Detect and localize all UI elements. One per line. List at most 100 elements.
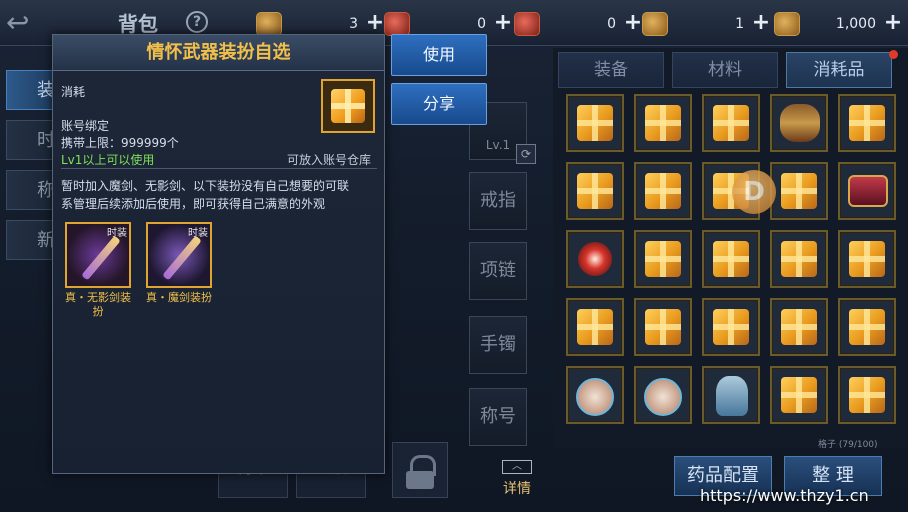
barrel-icon bbox=[780, 104, 820, 142]
inventory-slot[interactable] bbox=[634, 230, 692, 288]
necklace-slot[interactable]: 项链 bbox=[469, 242, 527, 300]
description-line-1: 暂时加入魔剑、无影剑、以下装扮没有自己想要的可联 bbox=[61, 179, 350, 193]
item-carry-limit: 携带上限：999999个 bbox=[61, 136, 179, 150]
detail-button[interactable]: ︿ 详情 bbox=[500, 460, 534, 498]
add-currency-button[interactable]: + bbox=[492, 12, 514, 35]
inventory-slot[interactable] bbox=[838, 94, 896, 152]
tab-materials[interactable]: 材料 bbox=[672, 52, 778, 88]
popup-title: 情怀武器装扮自选 bbox=[146, 42, 291, 63]
red-orb-icon bbox=[578, 242, 612, 276]
inventory-slot[interactable] bbox=[634, 162, 692, 220]
inventory-slot[interactable] bbox=[566, 298, 624, 356]
notification-dot bbox=[889, 50, 898, 59]
inventory-slot[interactable] bbox=[702, 298, 760, 356]
inventory-slot[interactable] bbox=[770, 298, 828, 356]
lock-icon[interactable] bbox=[392, 442, 448, 498]
cloak-icon bbox=[716, 376, 748, 416]
sword-icon bbox=[81, 235, 121, 281]
floating-d-icon[interactable]: D bbox=[732, 170, 776, 214]
use-button[interactable]: 使用 bbox=[391, 34, 487, 76]
help-icon[interactable]: ? bbox=[186, 11, 208, 33]
gift-box-icon bbox=[577, 105, 613, 141]
gift-box-icon bbox=[645, 173, 681, 209]
tab-consumables[interactable]: 消耗品 bbox=[786, 52, 892, 88]
present-icon bbox=[576, 378, 614, 416]
gold-coin-icon bbox=[642, 12, 668, 36]
detail-label: 详情 bbox=[503, 481, 531, 497]
share-button[interactable]: 分享 bbox=[391, 83, 487, 125]
item-category: 消耗 bbox=[61, 85, 86, 99]
page-title: 背包 bbox=[118, 12, 158, 36]
fashion-tag: 时装 bbox=[107, 228, 127, 239]
item-level-req: Lv1以上可以使用 bbox=[61, 153, 155, 167]
weapon-option-2-name: 真・魔剑装扮 bbox=[139, 291, 219, 305]
refresh-icon[interactable]: ⟳ bbox=[516, 144, 536, 164]
weapon-option-2[interactable]: 时装 bbox=[146, 222, 212, 288]
ring-slot[interactable]: 戒指 bbox=[469, 172, 527, 230]
gift-box-icon bbox=[321, 79, 375, 133]
gift-box-icon bbox=[577, 309, 613, 345]
currency-5: 1,000 + bbox=[774, 10, 904, 38]
inventory-slot[interactable] bbox=[770, 366, 828, 424]
gift-box-icon bbox=[781, 241, 817, 277]
watermark: https://www.thzy1.cn bbox=[700, 486, 869, 505]
name-line: 扮 bbox=[92, 305, 104, 318]
inventory-slot[interactable] bbox=[566, 230, 624, 288]
red-ticket-icon bbox=[384, 12, 410, 36]
inventory-slot[interactable] bbox=[566, 162, 624, 220]
currency-value: 1 bbox=[735, 16, 744, 32]
tab-equipment[interactable]: 装备 bbox=[558, 52, 664, 88]
gift-box-icon bbox=[577, 173, 613, 209]
inventory-slot[interactable] bbox=[770, 162, 828, 220]
gift-box-icon bbox=[713, 105, 749, 141]
inventory-slot[interactable] bbox=[838, 298, 896, 356]
sword-icon bbox=[162, 235, 202, 281]
fashion-tag: 时装 bbox=[188, 228, 208, 239]
gift-box-icon bbox=[645, 105, 681, 141]
currency-value: 3 bbox=[349, 16, 358, 32]
gold-coin-icon bbox=[256, 12, 282, 36]
gold-coin-icon bbox=[774, 12, 800, 36]
inventory-slot[interactable] bbox=[838, 230, 896, 288]
gift-box-icon bbox=[849, 377, 885, 413]
inventory-slot[interactable] bbox=[634, 366, 692, 424]
gift-box-icon bbox=[849, 309, 885, 345]
add-currency-button[interactable]: + bbox=[750, 12, 772, 35]
name-line: 真・魔剑装扮 bbox=[146, 291, 212, 304]
divider bbox=[61, 168, 377, 169]
inventory-slot[interactable] bbox=[566, 366, 624, 424]
inventory-slot[interactable] bbox=[702, 366, 760, 424]
gift-box-icon bbox=[849, 241, 885, 277]
inventory-slot[interactable] bbox=[702, 230, 760, 288]
capacity-label: 格子 (79/100) bbox=[818, 440, 878, 450]
title-slot[interactable]: 称号 bbox=[469, 388, 527, 446]
gift-box-icon bbox=[713, 309, 749, 345]
inventory-slot[interactable] bbox=[838, 162, 896, 220]
chevron-up-icon: ︿ bbox=[502, 460, 532, 474]
inventory-slot[interactable] bbox=[702, 94, 760, 152]
gift-box-icon bbox=[849, 105, 885, 141]
currency-value: 1,000 bbox=[835, 16, 876, 32]
inventory-slot[interactable] bbox=[838, 366, 896, 424]
name-line: 真・无影剑装 bbox=[65, 291, 131, 304]
gift-box-icon bbox=[781, 173, 817, 209]
present-icon bbox=[644, 378, 682, 416]
gift-box-icon bbox=[781, 309, 817, 345]
add-currency-button[interactable]: + bbox=[882, 12, 904, 35]
bracelet-slot[interactable]: 手镯 bbox=[469, 316, 527, 374]
weapon-option-1-name: 真・无影剑装 扮 bbox=[57, 291, 139, 319]
inventory-slot[interactable] bbox=[770, 230, 828, 288]
red-ticket-icon bbox=[514, 12, 540, 36]
inventory-slot[interactable] bbox=[634, 94, 692, 152]
gift-box-icon bbox=[645, 309, 681, 345]
weapon-option-1[interactable]: 时装 bbox=[65, 222, 131, 288]
inventory-slot[interactable] bbox=[634, 298, 692, 356]
add-currency-button[interactable]: + bbox=[364, 12, 386, 35]
gift-box-icon bbox=[713, 241, 749, 277]
item-storage: 可放入账号仓库 bbox=[287, 153, 372, 167]
description-line-2: 系管理后续添加后使用，即可获得自己满意的外观 bbox=[61, 197, 326, 211]
add-currency-button[interactable]: + bbox=[622, 12, 644, 35]
inventory-slot[interactable] bbox=[566, 94, 624, 152]
gift-box-icon bbox=[781, 377, 817, 413]
inventory-slot[interactable] bbox=[770, 94, 828, 152]
